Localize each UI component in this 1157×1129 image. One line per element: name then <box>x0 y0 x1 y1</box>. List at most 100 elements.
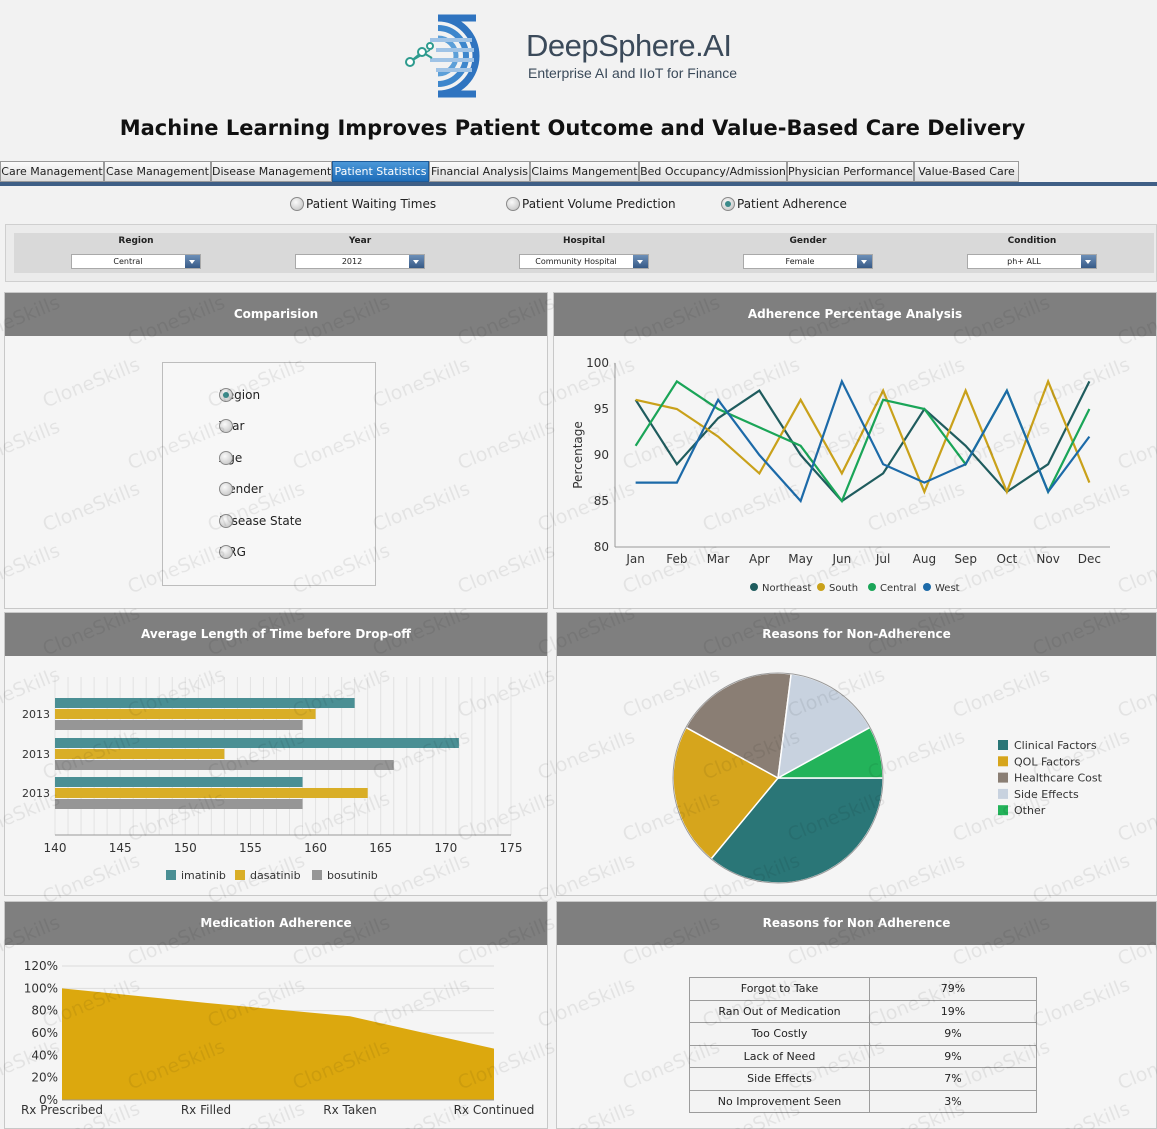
reason-cell: Forgot to Take <box>689 977 870 1001</box>
table-row: Lack of Need 9% <box>689 1044 1037 1068</box>
gender-select[interactable]: Female <box>743 254 873 269</box>
legend-swatch-dasatinib <box>235 870 245 880</box>
x-tick-label: Jul <box>875 552 890 566</box>
radio-icon <box>506 197 520 211</box>
radio-icon <box>219 482 233 496</box>
x-tick-label: Rx Taken <box>323 1103 376 1117</box>
tab-bed-occupancy-admission[interactable]: Bed Occupancy/Admission <box>639 161 787 182</box>
y-tick-label: 100% <box>24 981 58 995</box>
legend-marker-west <box>923 583 931 591</box>
non-adherence-table-panel: Reasons for Non Adherence Forgot to Take… <box>556 901 1157 1129</box>
x-tick-label: Rx Continued <box>454 1103 535 1117</box>
bar-imatinib <box>55 698 355 708</box>
category-label: 2013 <box>22 787 50 800</box>
legend-label: Northeast <box>762 583 811 594</box>
year-filter: Year 2012 <box>295 233 425 269</box>
reason-cell: Ran Out of Medication <box>689 999 870 1023</box>
legend-swatch <box>998 805 1008 816</box>
reason-cell: Lack of Need <box>689 1044 870 1068</box>
bar-imatinib <box>55 777 303 787</box>
tab-care-management[interactable]: Care Management <box>0 161 104 182</box>
radio-icon <box>219 545 233 559</box>
x-tick-label: Jan <box>625 552 645 566</box>
tab-physician-performance[interactable]: Physician Performance <box>787 161 914 182</box>
bar-bosutinib <box>55 720 303 730</box>
x-tick-label: 160 <box>304 841 327 855</box>
gender-filter-label: Gender <box>789 236 827 246</box>
y-axis-label: Percentage <box>571 421 585 489</box>
gender-filter: Gender Female <box>743 233 873 269</box>
legend-label: dasatinib <box>250 869 301 882</box>
non-adherence-pie-chart: Clinical Factors QOL Factors Healthcare Co… <box>672 672 1103 884</box>
legend-label: Central <box>880 583 916 594</box>
bar-dasatinib <box>55 788 368 798</box>
bar-dasatinib <box>55 749 225 759</box>
region-select[interactable]: Central <box>71 254 201 269</box>
x-tick-label: Rx Filled <box>181 1103 231 1117</box>
main-tab-bar: Care Management Case Management Disease … <box>0 160 1157 186</box>
comparison-option-year[interactable]: Year <box>219 418 244 434</box>
brand-name: DeepSphere.AI <box>526 28 732 63</box>
bar-dasatinib <box>55 709 316 719</box>
legend-label: Clinical Factors <box>1014 739 1097 752</box>
view-option-patient-waiting-times[interactable]: Patient Waiting Times <box>290 196 436 212</box>
x-tick-label: Oct <box>997 552 1018 566</box>
percent-cell: 3% <box>869 1089 1037 1113</box>
y-tick-label: 20% <box>31 1071 58 1085</box>
tab-disease-management[interactable]: Disease Management <box>211 161 332 182</box>
region-filter-label: Region <box>118 236 154 246</box>
y-tick-label: 120% <box>24 959 58 973</box>
chevron-down-icon <box>857 255 872 268</box>
table-row: Ran Out of Medication 19% <box>689 999 1037 1023</box>
tab-financial-analysis[interactable]: Financial Analysis <box>429 161 530 182</box>
legend-label: Other <box>1014 804 1046 817</box>
category-label: 2013 <box>22 748 50 761</box>
comparison-option-age[interactable]: Age <box>219 450 242 466</box>
radio-selected-icon <box>721 197 735 211</box>
medication-adherence-area-chart: 0%20%40%60%80%100%120%Rx Prescribed Rx Fi… <box>21 959 535 1117</box>
category-label: 2013 <box>22 708 50 721</box>
year-select[interactable]: 2012 <box>295 254 425 269</box>
comparison-option-drg[interactable]: DRG <box>219 544 246 560</box>
x-tick-label: Sep <box>954 552 977 566</box>
condition-filter: Condition ph+ ALL <box>967 233 1097 269</box>
x-tick-label: 155 <box>239 841 262 855</box>
x-tick-label: 140 <box>44 841 67 855</box>
bar-imatinib <box>55 738 459 748</box>
comparison-option-disease-state[interactable]: Disease State <box>219 513 302 529</box>
legend-swatch <box>998 772 1008 783</box>
radio-icon <box>219 419 233 433</box>
legend-marker-south <box>817 583 825 591</box>
brand-logo: DeepSphere.AI Enterprise AI and IIoT for… <box>400 12 740 98</box>
y-tick-label: 40% <box>31 1048 58 1062</box>
view-option-patient-adherence[interactable]: Patient Adherence <box>721 196 847 212</box>
tab-patient-statistics[interactable]: Patient Statistics <box>332 161 429 182</box>
y-tick-label: 80 <box>594 540 609 554</box>
hospital-select[interactable]: Community Hospital <box>519 254 649 269</box>
condition-select[interactable]: ph+ ALL <box>967 254 1097 269</box>
legend-marker-central <box>868 583 876 591</box>
hospital-filter: Hospital Community Hospital <box>519 233 649 269</box>
table-row: No Improvement Seen 3% <box>689 1089 1037 1113</box>
comparison-option-gender[interactable]: Gender <box>219 481 263 497</box>
comparison-option-region[interactable]: Region <box>219 387 260 403</box>
tab-value-based-care[interactable]: Value-Based Care <box>914 161 1019 182</box>
tab-claims-mangement[interactable]: Claims Mangement <box>530 161 639 182</box>
hospital-filter-label: Hospital <box>562 236 606 246</box>
bar-bosutinib <box>55 760 394 770</box>
legend-label: bosutinib <box>327 869 378 882</box>
percent-cell: 7% <box>869 1067 1037 1091</box>
legend-swatch-imatinib <box>166 870 176 880</box>
bar-bosutinib <box>55 799 303 809</box>
percent-cell: 9% <box>869 1044 1037 1068</box>
comparison-panel-title: Comparision <box>5 293 547 336</box>
radio-icon <box>219 451 233 465</box>
view-option-patient-volume-prediction[interactable]: Patient Volume Prediction <box>506 196 676 212</box>
adherence-percentage-panel: Adherence Percentage Analysis 80 85 90 95 10… <box>553 292 1157 609</box>
y-tick-label: 85 <box>594 494 609 508</box>
comparison-panel: Comparision Region Year Age Gender Disea… <box>4 292 548 609</box>
table-row: Forgot to Take 79% <box>689 977 1037 1001</box>
y-tick-label: 80% <box>31 1004 58 1018</box>
tab-case-management[interactable]: Case Management <box>104 161 211 182</box>
x-tick-label: 170 <box>434 841 457 855</box>
